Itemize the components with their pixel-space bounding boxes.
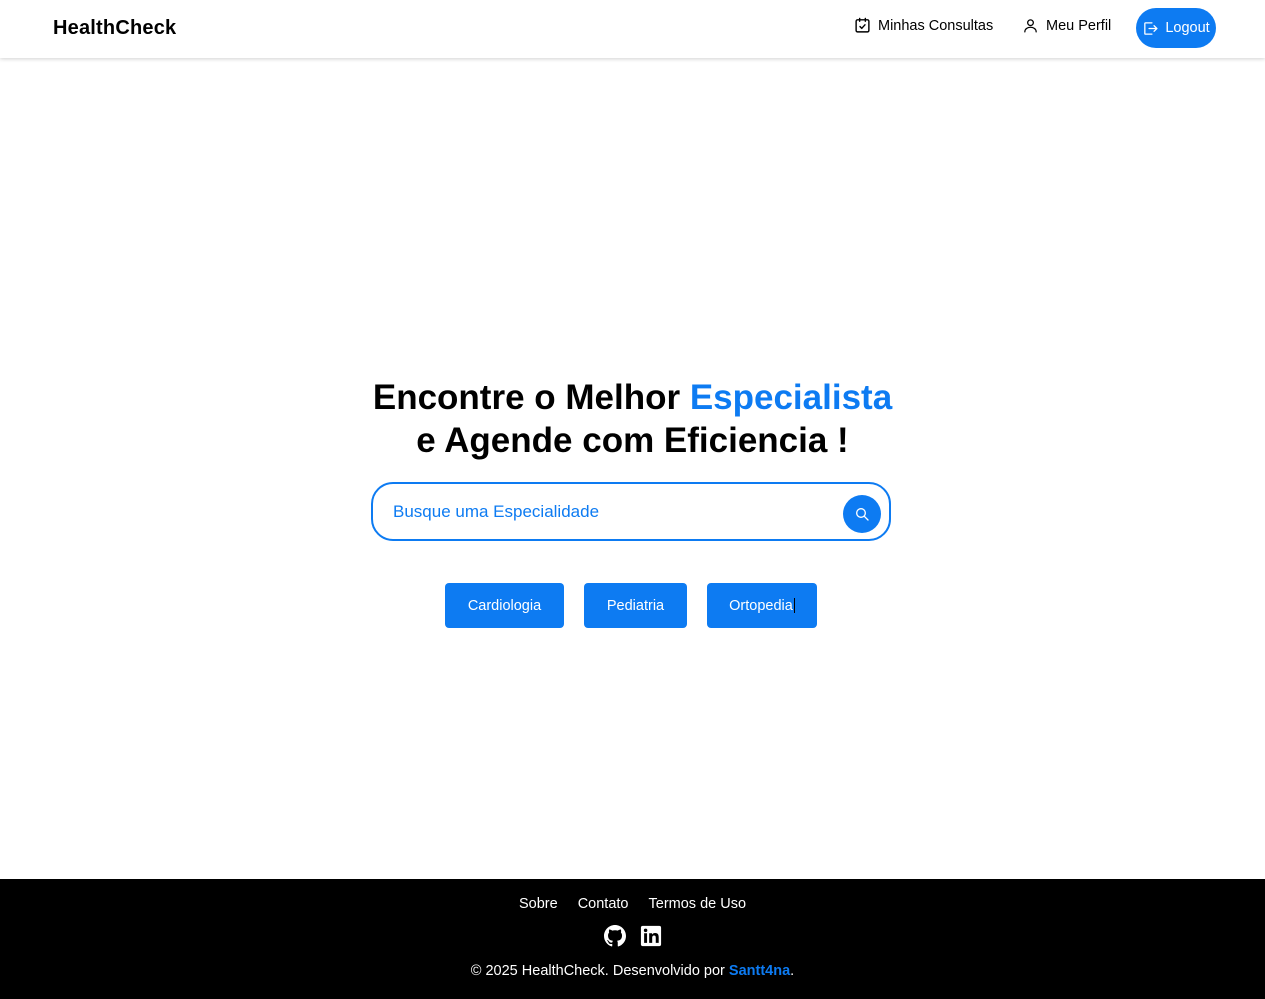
hero-title-accent: Especialista bbox=[689, 378, 893, 417]
chip-cardiologia[interactable]: Cardiologia bbox=[445, 583, 564, 628]
search-box bbox=[371, 482, 891, 541]
footer: Sobre Contato Termos de Uso © 2025 Healt… bbox=[0, 879, 1265, 999]
copyright-suffix: . bbox=[790, 963, 795, 979]
chip-ortopedia[interactable]: Ortopedia bbox=[707, 583, 817, 628]
search-icon bbox=[854, 506, 870, 522]
footer-social bbox=[0, 925, 1265, 947]
search-button[interactable] bbox=[843, 495, 881, 533]
logout-icon bbox=[1142, 20, 1165, 37]
footer-link-termos[interactable]: Termos de Uso bbox=[649, 896, 747, 912]
brand-logo[interactable]: HealthCheck bbox=[53, 17, 176, 40]
logout-button[interactable]: Logout bbox=[1136, 8, 1216, 48]
chip-pediatria[interactable]: Pediatria bbox=[584, 583, 687, 628]
nav-meu-perfil-label: Meu Perfil bbox=[1046, 17, 1112, 34]
logout-label: Logout bbox=[1165, 20, 1210, 36]
footer-copyright: © 2025 HealthCheck. Desenvolvido por San… bbox=[0, 963, 1265, 979]
footer-link-contato[interactable]: Contato bbox=[578, 896, 629, 912]
nav-minhas-consultas-label: Minhas Consultas bbox=[878, 17, 994, 34]
footer-links: Sobre Contato Termos de Uso bbox=[0, 896, 1265, 912]
nav-meu-perfil[interactable]: Meu Perfil bbox=[1022, 17, 1111, 34]
calendar-check-icon bbox=[854, 17, 878, 34]
chip-ortopedia-label: Ortopedia bbox=[729, 597, 793, 614]
search-input[interactable] bbox=[393, 496, 823, 527]
navbar: HealthCheck Minhas Consultas Meu Perfil bbox=[0, 0, 1265, 58]
github-icon[interactable] bbox=[603, 925, 626, 947]
user-icon bbox=[1022, 17, 1046, 34]
footer-link-sobre[interactable]: Sobre bbox=[519, 896, 558, 912]
linkedin-icon[interactable] bbox=[640, 925, 662, 947]
copyright-prefix: © 2025 HealthCheck. Desenvolvido por bbox=[470, 963, 729, 979]
hero-title: Encontre o Melhor Especialista e Agende … bbox=[0, 376, 1265, 462]
hero-title-line2: e Agende com Eficiencia ! bbox=[416, 421, 849, 460]
nav-minhas-consultas[interactable]: Minhas Consultas bbox=[854, 17, 993, 34]
author-link[interactable]: Santt4na bbox=[729, 963, 790, 979]
hero-title-part1: Encontre o Melhor bbox=[372, 378, 690, 417]
text-cursor bbox=[793, 598, 795, 613]
